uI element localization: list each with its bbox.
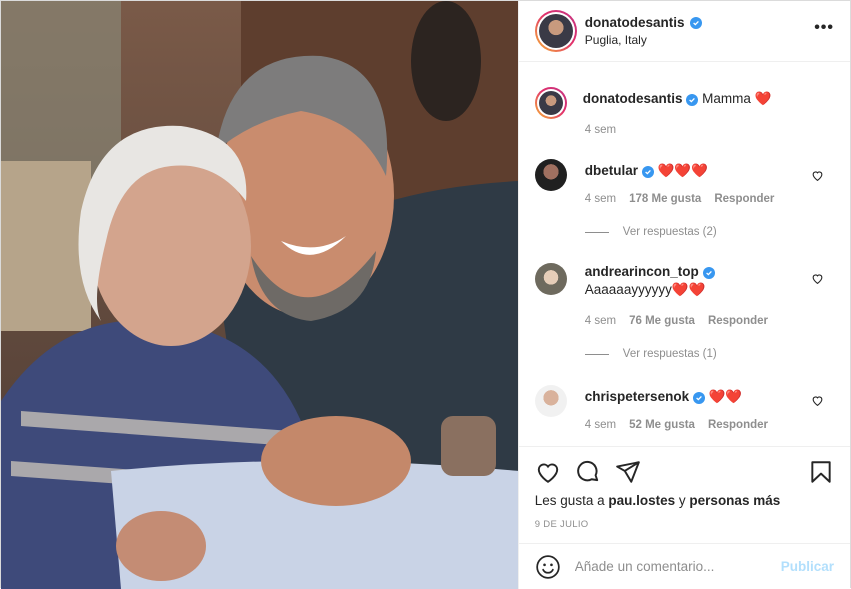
comment-time[interactable]: 4 sem [585, 193, 616, 205]
post-sidebar: donatodesantis Puglia, Italy ••• donatod… [517, 1, 850, 589]
verified-icon [689, 16, 702, 29]
emoji-icon[interactable] [535, 554, 561, 580]
like-comment-icon[interactable] [811, 272, 824, 285]
reply-button[interactable]: Responder [708, 315, 768, 327]
comment-time[interactable]: 4 sem [585, 315, 616, 327]
likes-prefix: Les gusta a [534, 493, 605, 508]
verified-icon [686, 94, 699, 106]
comment-username[interactable]: andrearincon_top [585, 264, 699, 279]
comment-username[interactable]: dbetular [585, 163, 638, 178]
likes-others-link[interactable]: personas más [689, 493, 780, 508]
like-comment-icon[interactable] [811, 394, 824, 407]
view-replies-button[interactable]: Ver respuestas (2) [623, 226, 717, 238]
like-comment-icon[interactable] [811, 169, 824, 182]
verified-icon [641, 166, 654, 178]
post-date[interactable]: 9 DE JULIO [535, 519, 589, 530]
post-location[interactable]: Puglia, Italy [585, 33, 702, 47]
post-header: donatodesantis Puglia, Italy ••• [518, 1, 850, 62]
comment-input[interactable] [574, 559, 765, 574]
comments-list: donatodesantis Mamma ❤️ 4 sem dbetular ❤… [519, 63, 850, 445]
comment-item: andrearincon_top Aaaaaayyyyyy❤️❤️ [534, 263, 834, 299]
comment-likes[interactable]: 52 Me gusta [629, 419, 695, 431]
heart-icon[interactable] [535, 459, 561, 485]
liker-username[interactable]: pau.lostes [608, 493, 675, 508]
post-photo[interactable] [1, 1, 518, 589]
verified-icon [702, 267, 715, 279]
caption-avatar[interactable] [534, 87, 567, 119]
verified-icon [692, 392, 705, 404]
caption: donatodesantis Mamma ❤️ [534, 87, 834, 119]
caption-emoji: ❤️ [754, 91, 772, 106]
comment-username[interactable]: chrispetersenok [585, 389, 689, 404]
comment-item: chrispetersenok ❤️❤️ [534, 385, 834, 417]
comment-text: Aaaaaayyyyyy [584, 282, 672, 297]
commenter-avatar[interactable] [534, 159, 567, 191]
caption-text: Mamma [702, 91, 751, 106]
view-replies-button[interactable]: Ver respuestas (1) [623, 348, 717, 360]
comment-likes[interactable]: 76 Me gusta [629, 315, 695, 327]
comment-likes[interactable]: 178 Me gusta [629, 193, 701, 205]
reply-button[interactable]: Responder [714, 193, 774, 205]
comment-emoji: ❤️❤️ [671, 282, 706, 297]
likes-summary: Les gusta a pau.lostes y personas más [535, 493, 780, 508]
more-icon[interactable]: ••• [814, 20, 834, 36]
comment-text: ❤️❤️❤️ [657, 163, 709, 178]
post-actions: Les gusta a pau.lostes y personas más 9 … [518, 446, 850, 542]
photo-illustration [1, 1, 518, 589]
add-comment-bar: Publicar [518, 543, 850, 589]
bookmark-icon[interactable] [808, 459, 834, 485]
caption-time[interactable]: 4 sem [585, 124, 616, 136]
instagram-post: donatodesantis Puglia, Italy ••• donatod… [0, 0, 851, 589]
commenter-avatar[interactable] [534, 385, 567, 417]
comment-time[interactable]: 4 sem [585, 419, 616, 431]
share-icon[interactable] [615, 459, 641, 485]
likes-conjunction: y [678, 493, 686, 508]
comment-icon[interactable] [575, 459, 601, 485]
reply-button[interactable]: Responder [708, 419, 768, 431]
commenter-avatar[interactable] [534, 263, 567, 295]
comment-text: ❤️❤️ [708, 389, 743, 404]
comment-item: dbetular ❤️❤️❤️ [534, 159, 834, 191]
publish-button[interactable]: Publicar [781, 559, 834, 574]
caption-username[interactable]: donatodesantis [583, 91, 683, 106]
author-username[interactable]: donatodesantis [585, 15, 685, 30]
author-avatar[interactable] [534, 10, 577, 52]
